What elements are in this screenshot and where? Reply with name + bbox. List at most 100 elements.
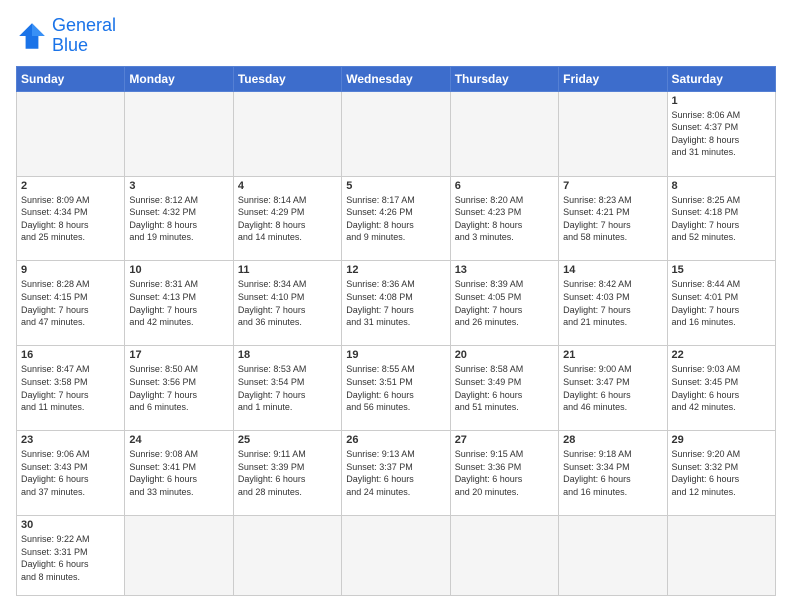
day-info: Sunrise: 9:18 AM Sunset: 3:34 PM Dayligh… [563,448,662,498]
table-row: 11 Sunrise: 8:34 AM Sunset: 4:10 PM Dayli… [233,261,341,346]
calendar-table: SundayMondayTuesdayWednesdayThursdayFrid… [16,66,776,596]
day-info: Sunrise: 8:58 AM Sunset: 3:49 PM Dayligh… [455,363,554,413]
table-row: 29 Sunrise: 9:20 AM Sunset: 3:32 PM Dayli… [667,431,775,516]
day-number: 14 [563,264,662,276]
table-row: 21 Sunrise: 9:00 AM Sunset: 3:47 PM Dayli… [559,346,667,431]
table-row: 1Sunrise: 8:06 AM Sunset: 4:37 PM Daylig… [667,91,775,176]
day-number: 13 [455,264,554,276]
table-row [233,91,341,176]
table-row [450,516,558,596]
day-info: Sunrise: 8:39 AM Sunset: 4:05 PM Dayligh… [455,278,554,328]
day-info: Sunrise: 8:09 AM Sunset: 4:34 PM Dayligh… [21,194,120,244]
day-info: Sunrise: 9:03 AM Sunset: 3:45 PM Dayligh… [672,363,771,413]
day-number: 10 [129,264,228,276]
table-row: 10 Sunrise: 8:31 AM Sunset: 4:13 PM Dayli… [125,261,233,346]
day-number: 11 [238,264,337,276]
day-number: 7 [563,180,662,192]
day-info: Sunrise: 8:12 AM Sunset: 4:32 PM Dayligh… [129,194,228,244]
table-row: 22 Sunrise: 9:03 AM Sunset: 3:45 PM Dayli… [667,346,775,431]
day-number: 9 [21,264,120,276]
day-number: 30 [21,519,120,531]
day-number: 22 [672,349,771,361]
day-number: 29 [672,434,771,446]
day-info: Sunrise: 8:53 AM Sunset: 3:54 PM Dayligh… [238,363,337,413]
table-row: 15 Sunrise: 8:44 AM Sunset: 4:01 PM Dayli… [667,261,775,346]
day-header-friday: Friday [559,66,667,91]
table-row: 18 Sunrise: 8:53 AM Sunset: 3:54 PM Dayli… [233,346,341,431]
day-info: Sunrise: 9:13 AM Sunset: 3:37 PM Dayligh… [346,448,445,498]
day-number: 3 [129,180,228,192]
table-row [667,516,775,596]
page: General Blue SundayMondayTuesdayWednesda… [0,0,792,612]
day-number: 15 [672,264,771,276]
day-info: Sunrise: 9:08 AM Sunset: 3:41 PM Dayligh… [129,448,228,498]
day-info: Sunrise: 9:15 AM Sunset: 3:36 PM Dayligh… [455,448,554,498]
table-row: 26 Sunrise: 9:13 AM Sunset: 3:37 PM Dayli… [342,431,450,516]
table-row [342,516,450,596]
table-row: 12Sunrise: 8:36 AM Sunset: 4:08 PM Dayli… [342,261,450,346]
day-number: 21 [563,349,662,361]
day-number: 8 [672,180,771,192]
table-row: 30 Sunrise: 9:22 AM Sunset: 3:31 PM Dayli… [17,516,125,596]
day-info: Sunrise: 9:00 AM Sunset: 3:47 PM Dayligh… [563,363,662,413]
table-row: 28 Sunrise: 9:18 AM Sunset: 3:34 PM Dayli… [559,431,667,516]
table-row: 2 Sunrise: 8:09 AM Sunset: 4:34 PM Daylig… [17,176,125,261]
day-number: 24 [129,434,228,446]
day-info: Sunrise: 8:36 AM Sunset: 4:08 PM Dayligh… [346,278,445,328]
day-info: Sunrise: 8:17 AM Sunset: 4:26 PM Dayligh… [346,194,445,244]
day-info: Sunrise: 8:31 AM Sunset: 4:13 PM Dayligh… [129,278,228,328]
day-number: 18 [238,349,337,361]
table-row [17,91,125,176]
day-header-monday: Monday [125,66,233,91]
table-row: 4 Sunrise: 8:14 AM Sunset: 4:29 PM Daylig… [233,176,341,261]
table-row [559,91,667,176]
table-row: 16Sunrise: 8:47 AM Sunset: 3:58 PM Dayli… [17,346,125,431]
day-info: Sunrise: 9:20 AM Sunset: 3:32 PM Dayligh… [672,448,771,498]
day-info: Sunrise: 9:06 AM Sunset: 3:43 PM Dayligh… [21,448,120,498]
table-row: 7Sunrise: 8:23 AM Sunset: 4:21 PM Daylig… [559,176,667,261]
day-number: 25 [238,434,337,446]
table-row: 14 Sunrise: 8:42 AM Sunset: 4:03 PM Dayli… [559,261,667,346]
day-number: 28 [563,434,662,446]
day-number: 27 [455,434,554,446]
table-row: 5 Sunrise: 8:17 AM Sunset: 4:26 PM Daylig… [342,176,450,261]
table-row [450,91,558,176]
day-header-saturday: Saturday [667,66,775,91]
table-row: 6 Sunrise: 8:20 AM Sunset: 4:23 PM Daylig… [450,176,558,261]
day-number: 5 [346,180,445,192]
table-row: 25Sunrise: 9:11 AM Sunset: 3:39 PM Dayli… [233,431,341,516]
day-info: Sunrise: 8:44 AM Sunset: 4:01 PM Dayligh… [672,278,771,328]
table-row [125,516,233,596]
day-number: 17 [129,349,228,361]
day-info: Sunrise: 8:14 AM Sunset: 4:29 PM Dayligh… [238,194,337,244]
table-row [559,516,667,596]
day-number: 4 [238,180,337,192]
day-info: Sunrise: 8:47 AM Sunset: 3:58 PM Dayligh… [21,363,120,413]
table-row: 13 Sunrise: 8:39 AM Sunset: 4:05 PM Dayli… [450,261,558,346]
day-info: Sunrise: 8:20 AM Sunset: 4:23 PM Dayligh… [455,194,554,244]
day-info: Sunrise: 8:28 AM Sunset: 4:15 PM Dayligh… [21,278,120,328]
day-number: 6 [455,180,554,192]
logo: General Blue [16,16,116,56]
day-info: Sunrise: 9:22 AM Sunset: 3:31 PM Dayligh… [21,533,120,583]
day-number: 23 [21,434,120,446]
table-row: 3 Sunrise: 8:12 AM Sunset: 4:32 PM Daylig… [125,176,233,261]
day-number: 20 [455,349,554,361]
table-row: 20 Sunrise: 8:58 AM Sunset: 3:49 PM Dayli… [450,346,558,431]
table-row: 9 Sunrise: 8:28 AM Sunset: 4:15 PM Daylig… [17,261,125,346]
table-row [233,516,341,596]
table-row: 17Sunrise: 8:50 AM Sunset: 3:56 PM Dayli… [125,346,233,431]
day-number: 2 [21,180,120,192]
day-header-tuesday: Tuesday [233,66,341,91]
table-row [125,91,233,176]
day-header-sunday: Sunday [17,66,125,91]
day-info: Sunrise: 8:42 AM Sunset: 4:03 PM Dayligh… [563,278,662,328]
day-info: Sunrise: 8:34 AM Sunset: 4:10 PM Dayligh… [238,278,337,328]
header: General Blue [16,16,776,56]
day-info: Sunrise: 8:06 AM Sunset: 4:37 PM Dayligh… [672,109,771,159]
day-number: 26 [346,434,445,446]
day-header-thursday: Thursday [450,66,558,91]
logo-icon [16,20,48,52]
logo-text: General Blue [52,16,116,56]
day-info: Sunrise: 8:55 AM Sunset: 3:51 PM Dayligh… [346,363,445,413]
